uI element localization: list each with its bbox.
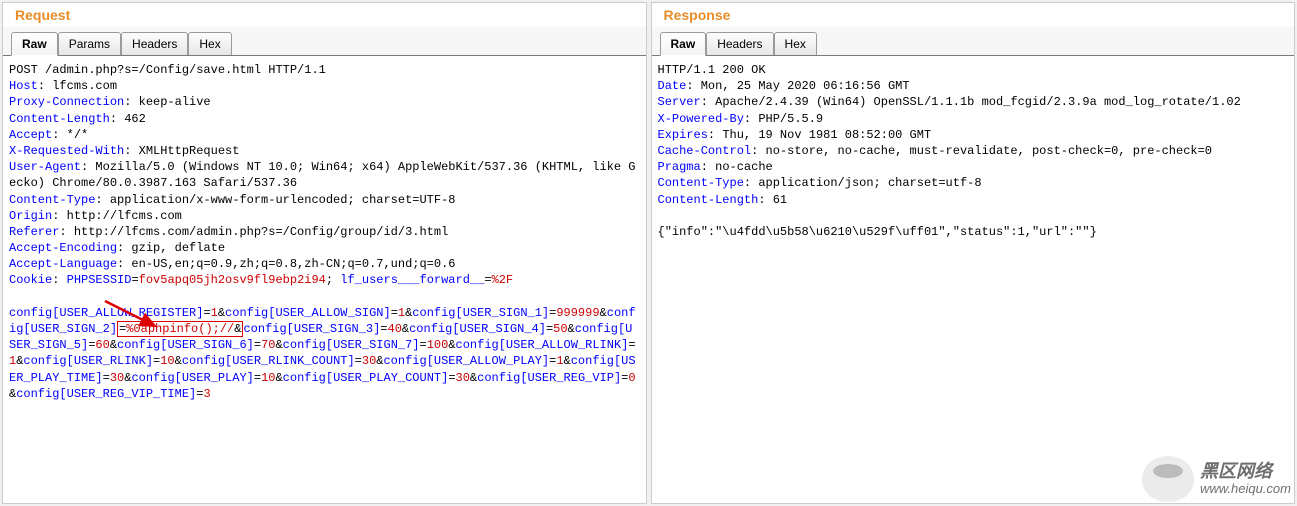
tab-params[interactable]: Params [58,32,121,55]
tab-headers[interactable]: Headers [706,32,773,55]
request-raw-content[interactable]: POST /admin.php?s=/Config/save.html HTTP… [3,56,646,503]
tab-raw[interactable]: Raw [660,32,707,56]
request-title: Request [3,3,646,27]
tab-raw[interactable]: Raw [11,32,58,56]
tab-hex[interactable]: Hex [188,32,231,55]
response-tabs: Raw Headers Hex [652,27,1295,56]
response-pane: Response Raw Headers Hex HTTP/1.1 200 OK… [651,2,1296,504]
tab-headers[interactable]: Headers [121,32,188,55]
response-title: Response [652,3,1295,27]
tab-hex[interactable]: Hex [774,32,817,55]
response-raw-content[interactable]: HTTP/1.1 200 OK Date: Mon, 25 May 2020 0… [652,56,1295,503]
request-pane: Request Raw Params Headers Hex POST /adm… [2,2,647,504]
request-tabs: Raw Params Headers Hex [3,27,646,56]
